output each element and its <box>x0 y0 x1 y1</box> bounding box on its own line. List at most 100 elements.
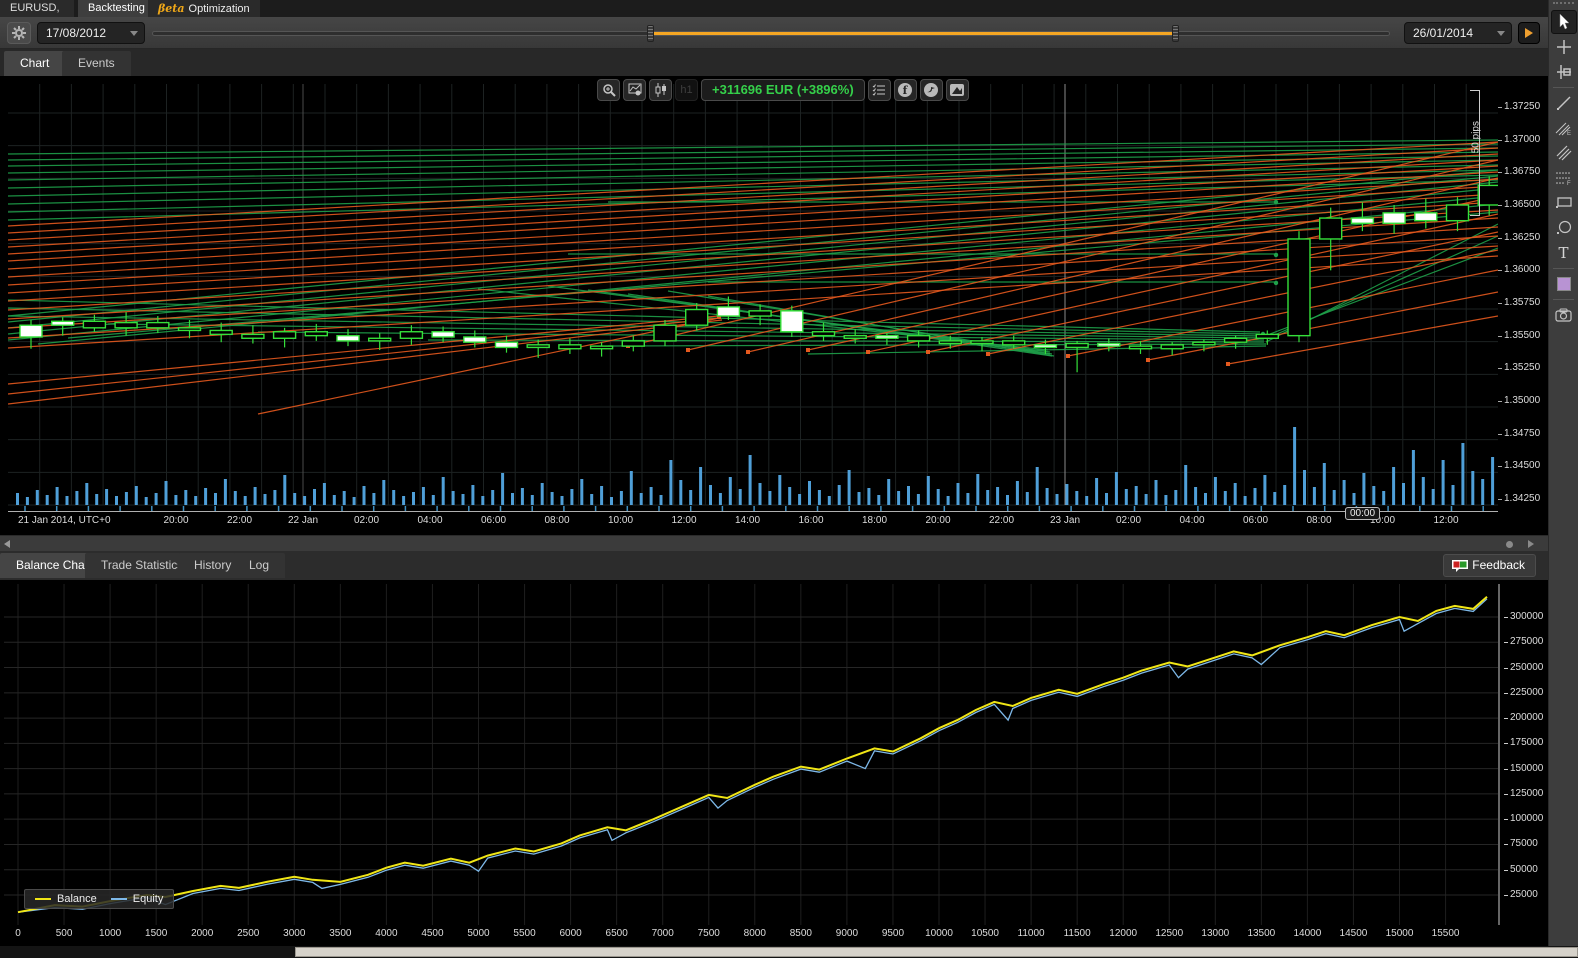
tab-optimization[interactable]: βeta Optimization <box>148 0 260 17</box>
balance-xtick-label: 1000 <box>99 928 121 939</box>
range-handle-right[interactable] <box>1172 25 1179 42</box>
tab-chart[interactable]: Chart <box>4 51 65 76</box>
date-range-selected[interactable] <box>653 32 1173 35</box>
start-date-select[interactable]: 17/08/2012 <box>37 22 145 44</box>
range-handle-left[interactable] <box>647 25 654 42</box>
crosshair-icon <box>1556 39 1572 55</box>
play-icon <box>1525 28 1533 38</box>
balance-ytick-label: 75000 <box>1510 838 1538 849</box>
snapshot-button[interactable] <box>946 79 969 101</box>
equidistant-channel-icon: E <box>1555 120 1573 136</box>
fibonacci-icon: F <box>1555 170 1573 186</box>
play-button[interactable] <box>1518 22 1540 44</box>
backtesting-window: EURUSD, h1 Backtesting βetaOptimization … <box>0 0 1578 958</box>
tool-color-swatch[interactable] <box>1551 272 1577 296</box>
balance-xtick-label: 5000 <box>467 928 489 939</box>
color-swatch-icon <box>1557 277 1571 291</box>
feedback-button[interactable]: Feedback <box>1443 554 1536 577</box>
balance-ytick-label: 100000 <box>1510 813 1543 824</box>
rectangle-icon <box>1555 196 1573 210</box>
tool-trend-line[interactable] <box>1551 91 1577 115</box>
price-tick-label: 1.36000 <box>1504 264 1540 276</box>
scroll-left-arrow-icon[interactable] <box>4 540 10 548</box>
svg-text:E: E <box>1567 131 1571 136</box>
price-chart[interactable]: 1.372501.370001.367501.365001.362501.360… <box>0 76 1548 535</box>
time-tick-label: 23 Jan <box>1050 515 1080 526</box>
time-tick-label: 12:00 <box>1433 515 1458 526</box>
balance-xtick-label: 14500 <box>1340 928 1368 939</box>
settings-button[interactable] <box>7 22 31 44</box>
tab-events[interactable]: Events <box>62 51 131 76</box>
share-facebook-button[interactable]: f <box>894 79 917 101</box>
tool-pointer[interactable] <box>1551 10 1577 34</box>
journal-list-icon <box>872 83 886 97</box>
price-axis[interactable]: 1.372501.370001.367501.365001.362501.360… <box>1500 84 1546 511</box>
time-tick-label: 20:00 <box>925 515 950 526</box>
share-twitter-button[interactable] <box>920 79 943 101</box>
tool-parallel-lines[interactable] <box>1551 141 1577 165</box>
timeframe-button[interactable]: h1 <box>675 79 698 101</box>
tab-backtesting[interactable]: Backtesting <box>78 0 155 17</box>
balance-xtick-label: 12000 <box>1109 928 1137 939</box>
tab-instrument[interactable]: EURUSD, h1 <box>0 0 74 17</box>
tool-ellipse[interactable] <box>1551 216 1577 240</box>
scroll-center-dot-icon[interactable] <box>1506 541 1513 548</box>
balance-xtick-label: 15000 <box>1386 928 1414 939</box>
time-tick-label: 21 Jan 2014, UTC+0 <box>18 515 111 526</box>
zoom-button[interactable] <box>597 79 620 101</box>
price-tick-label: 1.36250 <box>1504 232 1540 244</box>
tool-rectangle[interactable] <box>1551 191 1577 215</box>
balance-ytick-label: 175000 <box>1510 737 1543 748</box>
tool-crosshair[interactable] <box>1551 35 1577 59</box>
start-date-value: 17/08/2012 <box>46 26 106 40</box>
end-date-select[interactable]: 26/01/2014 <box>1404 22 1512 44</box>
time-marker-badge: 00:00 <box>1345 507 1380 520</box>
window-scrollbar-thumb[interactable] <box>295 947 1578 957</box>
balance-chart[interactable]: 3000002750002500002250002000001750001500… <box>0 580 1548 946</box>
chart-type-button[interactable] <box>649 79 672 101</box>
candlestick-style-icon <box>654 83 668 97</box>
chart-settings-icon <box>628 83 642 97</box>
tab-optimization-label: Optimization <box>189 3 250 15</box>
time-tick-label: 12:00 <box>671 515 696 526</box>
legend-equity: Equity <box>111 893 164 905</box>
tool-camera[interactable] <box>1551 303 1577 327</box>
journal-button[interactable] <box>868 79 891 101</box>
chart-scrollbar[interactable] <box>0 535 1548 551</box>
time-axis[interactable]: 21 Jan 2014, UTC+020:0022:0022 Jan02:000… <box>8 511 1498 529</box>
window-scrollbar[interactable] <box>0 946 1578 958</box>
chart-settings-button[interactable] <box>623 79 646 101</box>
tool-crosshair-measure[interactable] <box>1551 60 1577 84</box>
balance-ytick-label: 200000 <box>1510 712 1543 723</box>
time-tick-label: 22 Jan <box>288 515 318 526</box>
tool-fibonacci[interactable]: F <box>1551 166 1577 190</box>
main-column: EURUSD, h1 Backtesting βetaOptimization … <box>0 0 1548 946</box>
time-tick-label: 18:00 <box>862 515 887 526</box>
balance-xtick-label: 6000 <box>559 928 581 939</box>
facebook-icon: f <box>897 82 913 98</box>
snapshot-icon <box>950 83 964 97</box>
equity-line-swatch <box>111 898 127 900</box>
price-tick-label: 1.35000 <box>1504 395 1540 407</box>
tool-text[interactable]: T <box>1551 241 1577 265</box>
balance-xtick-label: 10000 <box>925 928 953 939</box>
time-tick-label: 08:00 <box>544 515 569 526</box>
balance-xtick-label: 8500 <box>790 928 812 939</box>
scroll-right-arrow-icon[interactable] <box>1528 540 1534 548</box>
tool-equidistant-channel[interactable]: E <box>1551 116 1577 140</box>
drawing-tools-rail: E F T <box>1548 0 1578 946</box>
balance-legend: Balance Equity <box>24 889 174 909</box>
beta-logo: βeta <box>158 2 185 15</box>
rail-grip-handle[interactable] <box>1553 2 1574 8</box>
balance-xtick-label: 7500 <box>698 928 720 939</box>
balance-y-axis: 3000002750002500002250002000001750001500… <box>1506 584 1548 925</box>
balance-plot[interactable] <box>4 584 1500 925</box>
price-tick-label: 1.37250 <box>1504 101 1540 113</box>
feedback-bubble-icon <box>1451 559 1469 573</box>
date-range-slider[interactable] <box>152 31 1390 36</box>
balance-xtick-label: 5500 <box>513 928 535 939</box>
price-tick-label: 1.35250 <box>1504 362 1540 374</box>
candlestick-plot[interactable] <box>8 84 1498 511</box>
time-tick-label: 02:00 <box>354 515 379 526</box>
tab-log[interactable]: Log <box>233 553 285 578</box>
